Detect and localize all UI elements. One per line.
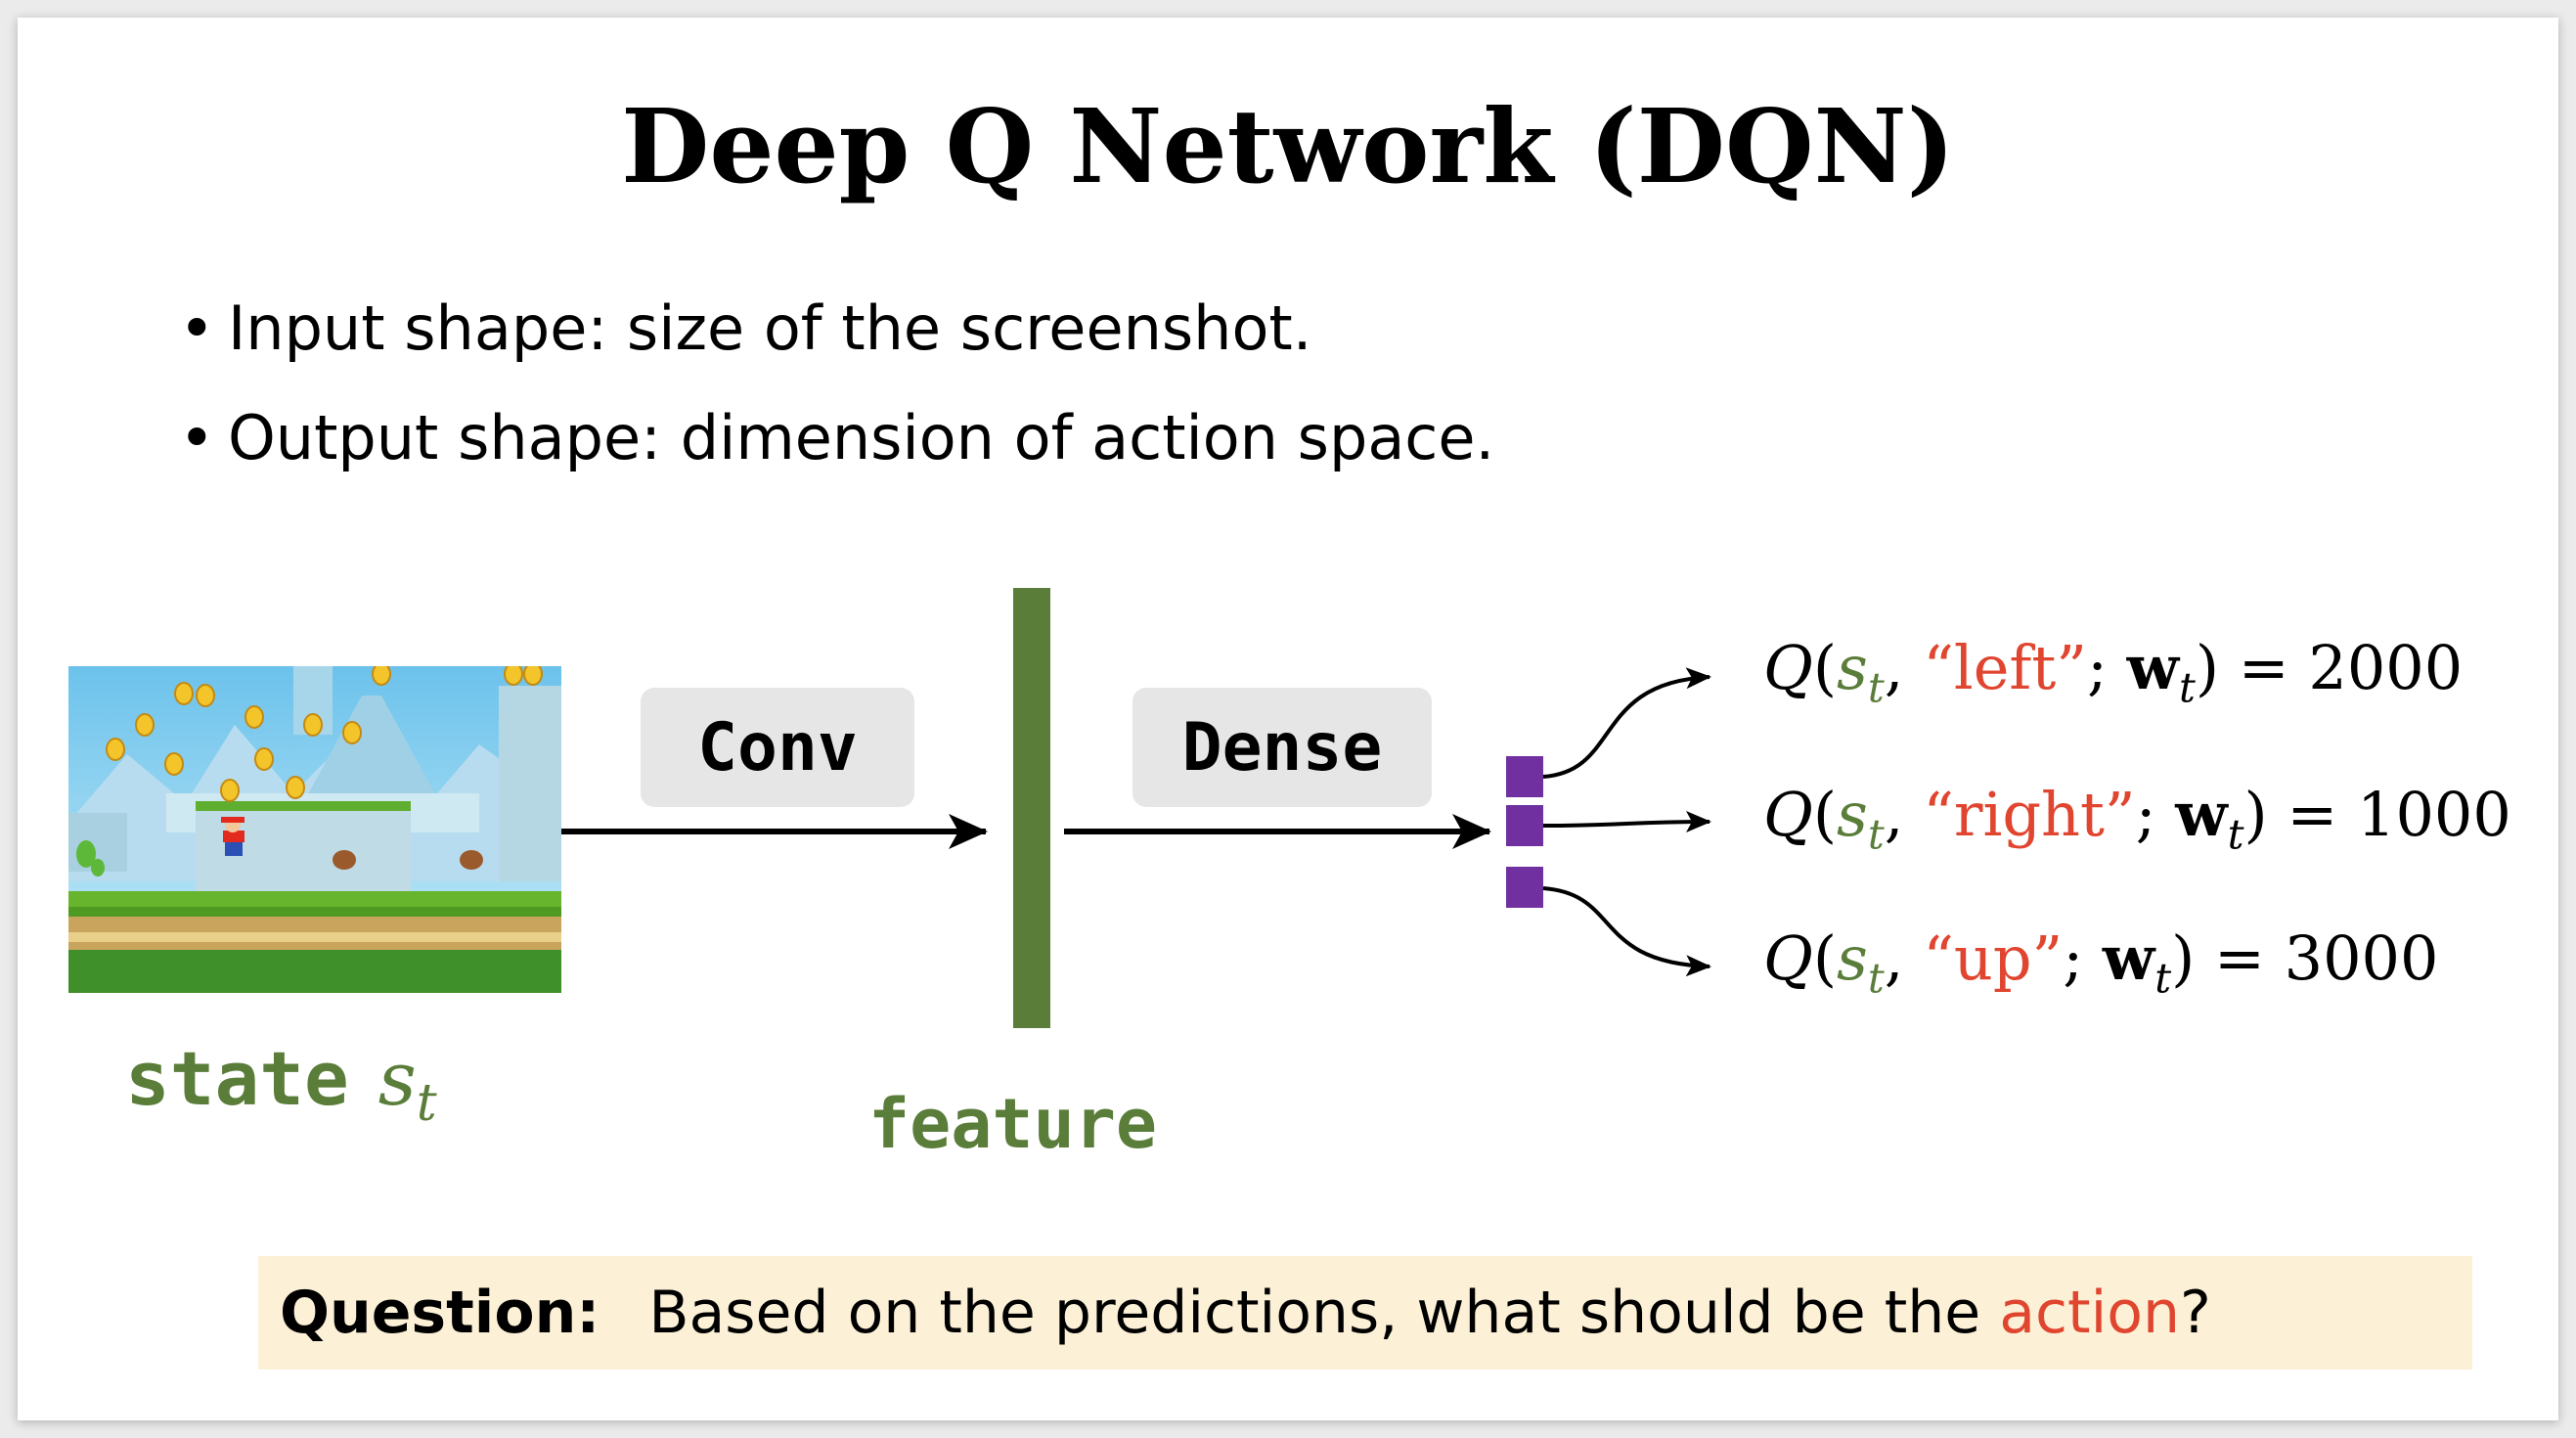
q-state: st: [1837, 779, 1885, 858]
q-weights-sub: t: [2178, 663, 2196, 712]
q-state: st: [1837, 632, 1885, 711]
arrow-to-q-left: [1542, 667, 1711, 779]
q-state-sub: t: [1867, 810, 1885, 859]
q-state: st: [1837, 922, 1885, 1002]
q-weights-sub: t: [2227, 810, 2244, 859]
q-state-sub: t: [1867, 954, 1885, 1003]
question-text-before: Based on the predictions, what should be…: [648, 1279, 2000, 1347]
q-state-sub: t: [1867, 663, 1885, 712]
q-symbol: Q: [1763, 779, 1813, 850]
q-weights: wt: [2175, 779, 2243, 858]
q-action: “left”: [1923, 632, 2087, 703]
q-weights-sub: t: [2154, 954, 2172, 1003]
arrow-to-q-right: [1542, 811, 1711, 833]
q-state-var: s: [1837, 632, 1868, 703]
q-weights: wt: [2126, 632, 2196, 711]
q-value-left: Q(st, “left”; wt) = 2000: [1763, 632, 2464, 712]
question-box: Question: Based on the predictions, what…: [258, 1256, 2472, 1370]
q-value-number: 3000: [2284, 922, 2439, 994]
question-text-after: ?: [2179, 1279, 2211, 1347]
q-symbol: Q: [1763, 632, 1813, 703]
question-label: Question:: [280, 1279, 600, 1347]
q-value-number: 1000: [2357, 779, 2511, 850]
q-action: “right”: [1923, 779, 2136, 850]
question-highlight: action: [1999, 1279, 2180, 1347]
q-action: “up”: [1923, 922, 2064, 994]
q-weights-var: w: [2175, 779, 2228, 850]
q-weights-var: w: [2102, 922, 2155, 994]
slide: Deep Q Network (DQN) • Input shape: size …: [18, 18, 2558, 1420]
question-text: Based on the predictions, what should be…: [648, 1279, 2211, 1347]
q-weights-var: w: [2126, 632, 2179, 703]
q-weights: wt: [2102, 922, 2171, 1002]
diagram-arrows: [561, 667, 1711, 977]
q-state-var: s: [1837, 779, 1868, 850]
q-symbol: Q: [1763, 922, 1813, 994]
q-state-var: s: [1837, 922, 1868, 994]
q-value-right: Q(st, “right”; wt) = 1000: [1763, 779, 2511, 859]
q-value-number: 2000: [2308, 632, 2464, 703]
arrow-to-q-up: [1542, 886, 1711, 977]
q-value-up: Q(st, “up”; wt) = 3000: [1763, 922, 2439, 1003]
